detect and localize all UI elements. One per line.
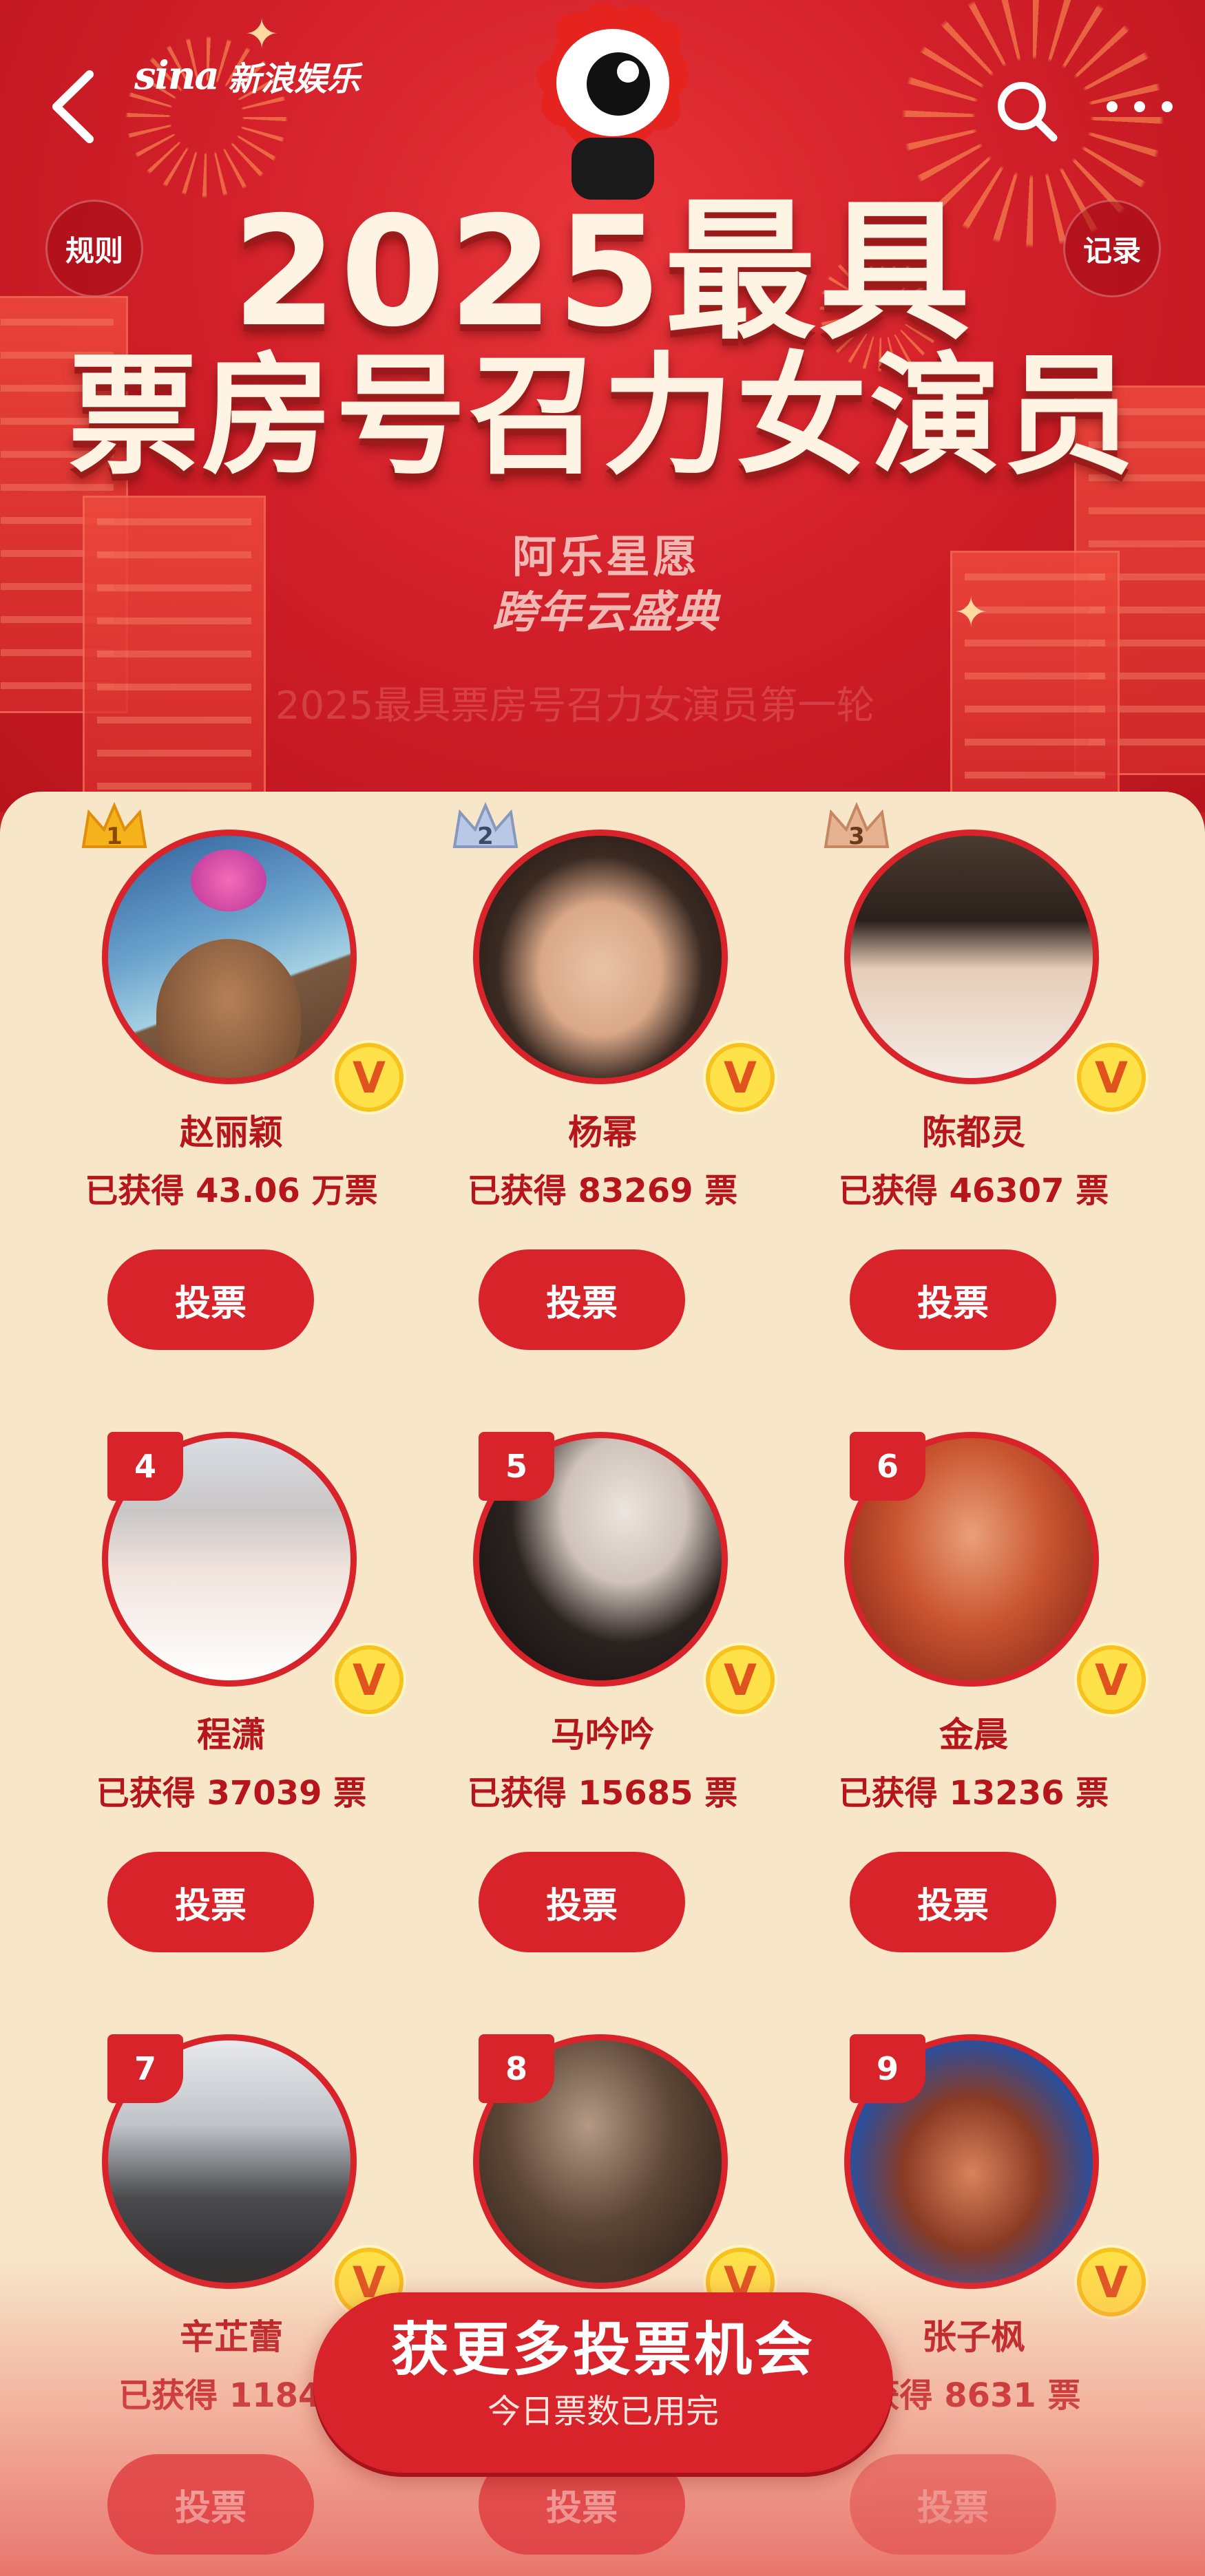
avatar-decor [156, 939, 301, 1078]
candidate-card: V 3 陈都灵 已获得 46307 票 投票 [788, 799, 1160, 1350]
rank-badge: 8 [479, 2034, 554, 2103]
page-title-line1: 2025最具 [231, 184, 974, 360]
vote-button[interactable]: 投票 [850, 2454, 1056, 2555]
candidate-votes: 已获得 13236 票 [838, 1774, 1109, 1813]
mascot-eye-icon [536, 2, 689, 200]
avatar [479, 836, 722, 1078]
verified-badge-icon: V [1077, 1645, 1146, 1714]
crown-silver-icon: 2 [452, 801, 518, 850]
event-name-line1: 阿乐星愿 [512, 532, 700, 583]
candidate-name: 马吟吟 [551, 1715, 654, 1755]
avatar-decor [191, 849, 266, 911]
cta-subtitle: 今日票数已用完 [487, 2392, 719, 2431]
vote-button[interactable]: 投票 [479, 1249, 685, 1350]
verified-badge-icon: V [335, 1043, 404, 1112]
verified-badge-icon: V [706, 1645, 775, 1714]
verified-badge-icon: V [1077, 1043, 1146, 1112]
vote-button[interactable]: 投票 [107, 1249, 314, 1350]
faded-subtitle: 2025最具票房号召力女演员第一轮 [275, 684, 875, 728]
event-logo: 阿乐星愿 跨年云盛典 [454, 530, 757, 654]
candidate-name: 赵丽颖 [180, 1112, 283, 1152]
candidate-votes: 已获得 43.06 万票 [85, 1172, 378, 1210]
candidate-name: 杨幂 [568, 1112, 637, 1152]
avatar [108, 836, 350, 1078]
rank-badge: 5 [479, 1432, 554, 1501]
avatar-frame[interactable]: V [844, 830, 1146, 1112]
back-arrow-icon[interactable] [48, 69, 96, 145]
rank-badge: 7 [107, 2034, 183, 2103]
rank-number: 2 [477, 823, 494, 850]
candidate-votes: 已获得 15685 票 [467, 1774, 738, 1813]
vote-button[interactable]: 投票 [107, 2454, 314, 2555]
vote-button[interactable]: 投票 [850, 1249, 1056, 1350]
avatar-frame[interactable]: V [102, 830, 404, 1112]
candidate-name: 金晨 [939, 1715, 1008, 1755]
verified-badge-icon: V [335, 1645, 404, 1714]
rank-badge: 9 [850, 2034, 925, 2103]
more-votes-button[interactable]: 获更多投票机会 今日票数已用完 [313, 2292, 893, 2473]
vote-button[interactable]: 投票 [850, 1852, 1056, 1952]
candidate-votes: 已获得 83269 票 [467, 1172, 738, 1210]
sina-logo: sina [134, 53, 220, 98]
rank-number: 3 [848, 823, 865, 850]
event-name-line2: 跨年云盛典 [492, 587, 720, 638]
avatar [850, 836, 1093, 1078]
brand-name: 新浪娱乐 [227, 60, 360, 98]
candidate-card: V 5 马吟吟 已获得 15685 票 投票 [417, 1401, 788, 1952]
app-root: ✦ ✦ sina 新浪娱乐 规则 记录 2025最具 票房号召力女演员 阿乐星愿… [0, 0, 1205, 2576]
candidate-name: 程潇 [197, 1715, 266, 1755]
vote-button[interactable]: 投票 [107, 1852, 314, 1952]
candidate-votes: 已获得 37039 票 [96, 1774, 367, 1813]
candidate-card: V 4 程潇 已获得 37039 票 投票 [45, 1401, 417, 1952]
avatar-frame[interactable]: V [473, 830, 775, 1112]
verified-badge-icon: V [1077, 2248, 1146, 2316]
more-icon[interactable] [1102, 89, 1177, 124]
search-icon[interactable] [992, 76, 1060, 145]
candidate-card: V 2 杨幂 已获得 83269 票 投票 [417, 799, 788, 1350]
page-title-line2: 票房号召力女演员 [67, 340, 1137, 492]
cta-title: 获更多投票机会 [390, 2316, 815, 2383]
crown-gold-icon: 1 [81, 801, 147, 850]
rank-number: 1 [106, 823, 123, 850]
sparkle-icon: ✦ [954, 589, 989, 637]
vote-button[interactable]: 投票 [479, 1852, 685, 1952]
candidate-card: V 1 赵丽颖 已获得 43.06 万票 投票 [45, 799, 417, 1350]
candidate-name: 陈都灵 [922, 1112, 1025, 1152]
candidate-votes: 已获得 46307 票 [838, 1172, 1109, 1210]
candidate-card: V 6 金晨 已获得 13236 票 投票 [788, 1401, 1160, 1952]
rank-badge: 6 [850, 1432, 925, 1501]
crown-bronze-icon: 3 [824, 801, 890, 850]
decor-building [83, 496, 266, 812]
verified-badge-icon: V [706, 1043, 775, 1112]
header-banner: ✦ ✦ sina 新浪娱乐 规则 记录 2025最具 票房号召力女演员 阿乐星愿… [0, 0, 1205, 812]
brand-logo: sina 新浪娱乐 [134, 48, 360, 103]
rank-badge: 4 [107, 1432, 183, 1501]
